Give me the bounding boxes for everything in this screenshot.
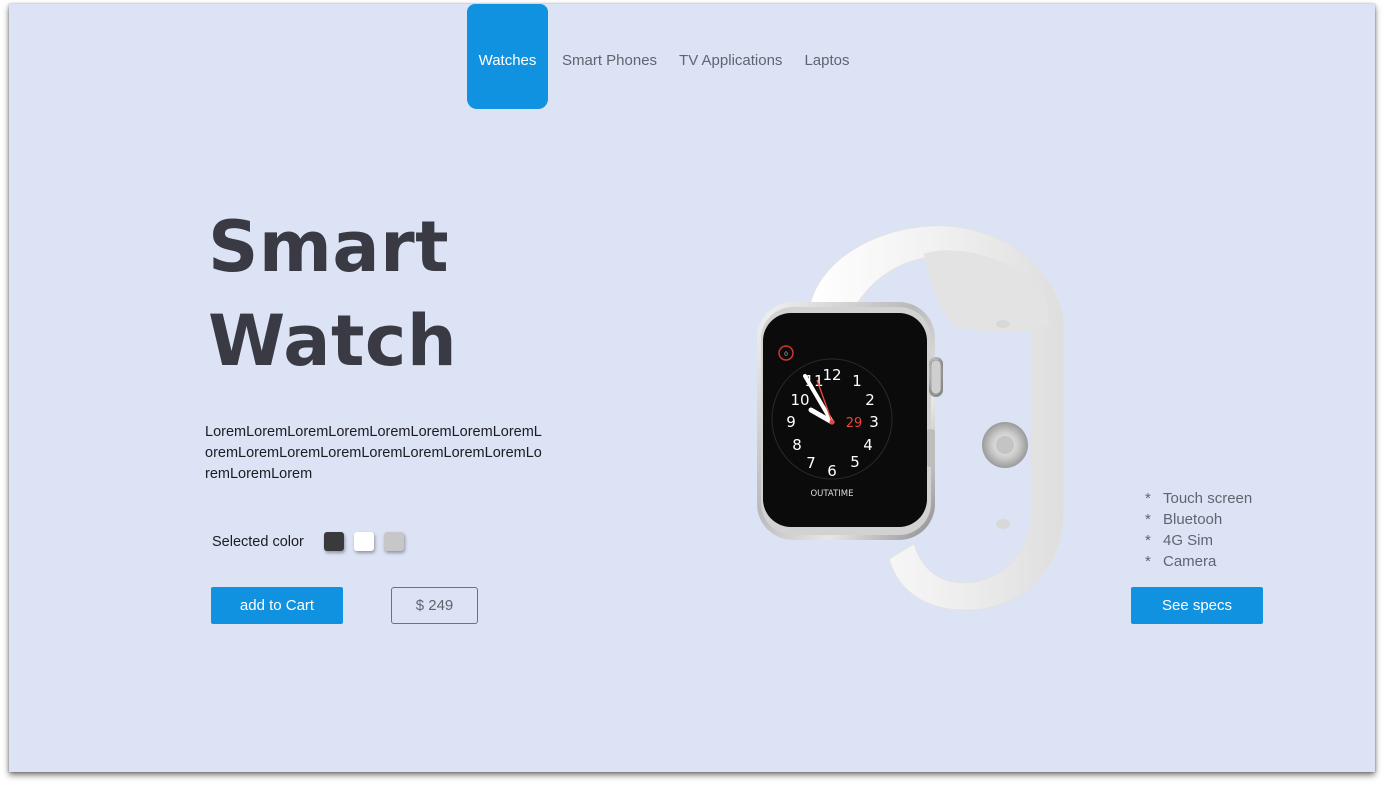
- product-description: LoremLoremLoremLoremLoremLoremLoremLorem…: [205, 424, 542, 482]
- tab-tv-applications[interactable]: TV Applications: [679, 4, 782, 109]
- spec-label: Camera: [1163, 553, 1217, 570]
- add-to-cart-button[interactable]: add to Cart: [211, 587, 343, 624]
- dial-2: 2: [865, 391, 875, 409]
- dial-8: 8: [792, 436, 802, 454]
- dial-1: 1: [852, 372, 862, 390]
- dial-12: 12: [822, 366, 841, 384]
- watch-brand-text: OUTATIME: [810, 489, 853, 499]
- title-line-1: Smart: [208, 206, 450, 288]
- spec-item: * 4G Sim: [1145, 530, 1252, 551]
- bullet: *: [1145, 490, 1151, 507]
- see-specs-button[interactable]: See specs: [1131, 587, 1263, 624]
- activity-dial: 0: [784, 351, 788, 358]
- dial-10: 10: [790, 391, 809, 409]
- bullet: *: [1145, 553, 1151, 570]
- spec-label: Touch screen: [1163, 490, 1253, 507]
- swatch-silver[interactable]: [383, 532, 404, 551]
- spec-label: 4G Sim: [1163, 532, 1214, 549]
- dial-6: 6: [827, 462, 837, 480]
- page-frame: Watches Smart Phones TV Applications Lap…: [9, 4, 1375, 772]
- swatch-black[interactable]: [323, 532, 344, 551]
- color-label: Selected color: [212, 533, 304, 550]
- bullet: *: [1145, 532, 1151, 549]
- spec-item: * Touch screen: [1145, 488, 1252, 509]
- top-nav: Watches Smart Phones TV Applications Lap…: [467, 4, 849, 109]
- smart-watch-image: 12 1 2 3 4 5 6 7 8 9 10 11 29 0 OUTATIME: [757, 225, 1065, 611]
- color-selector: Selected color: [212, 532, 414, 551]
- page-title: Smart Watch: [208, 200, 457, 388]
- spec-item: * Camera: [1145, 551, 1252, 572]
- spec-list: * Touch screen * Bluetooh * 4G Sim * Camera: [1145, 488, 1252, 572]
- spec-item: * Bluetooh: [1145, 509, 1252, 530]
- tab-smart-phones[interactable]: Smart Phones: [562, 4, 657, 109]
- dial-9: 9: [786, 413, 796, 431]
- dial-4: 4: [863, 436, 873, 454]
- tab-watches[interactable]: Watches: [467, 4, 548, 109]
- dial-7: 7: [806, 454, 816, 472]
- date-complication: 29: [846, 416, 863, 431]
- dial-3: 3: [869, 413, 879, 431]
- spec-label: Bluetooh: [1163, 511, 1223, 528]
- dial-5: 5: [850, 453, 860, 471]
- tab-laptops[interactable]: Laptos: [804, 4, 849, 109]
- title-line-2: Watch: [208, 300, 458, 382]
- bullet: *: [1145, 511, 1151, 528]
- swatch-white[interactable]: [353, 532, 374, 551]
- price-tag: $ 249: [391, 587, 478, 624]
